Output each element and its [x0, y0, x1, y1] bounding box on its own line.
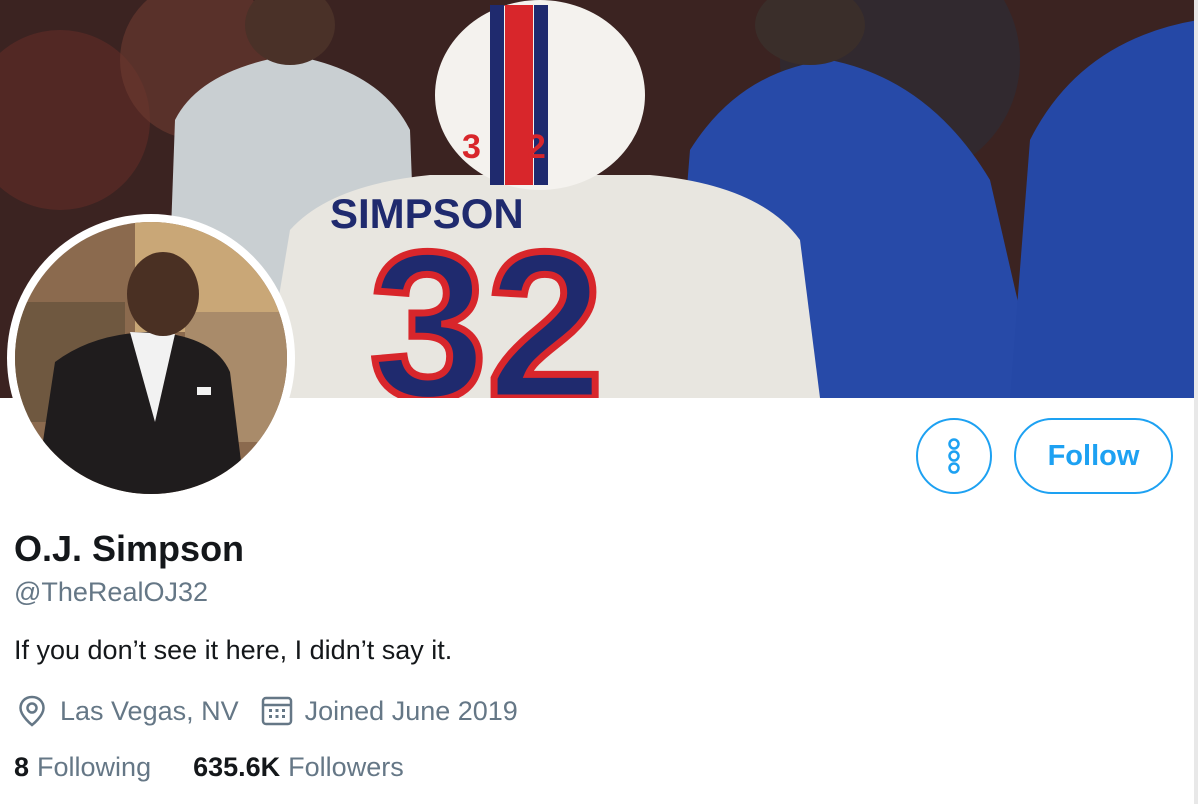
following-link[interactable]: 8 Following — [14, 752, 151, 783]
location-pin-icon — [14, 693, 50, 729]
profile-meta: Las Vegas, NV Joined June 2019 — [14, 693, 518, 729]
jersey-number: 32 — [370, 208, 604, 398]
profile-name: O.J. Simpson — [14, 528, 245, 569]
following-label: Following — [37, 752, 152, 782]
profile-location: Las Vegas, NV — [60, 695, 239, 726]
followers-label: Followers — [288, 752, 404, 782]
followers-count: 635.6K — [193, 752, 281, 782]
profile-handle: @TheRealOJ32 — [14, 577, 208, 607]
more-vertical-icon — [948, 438, 960, 474]
scrollbar-track — [1194, 0, 1198, 804]
calendar-icon — [259, 693, 295, 729]
profile-joined: Joined June 2019 — [304, 695, 518, 726]
helmet-number: 32 — [462, 128, 592, 166]
profile-bio: If you don’t see it here, I didn’t say i… — [14, 635, 453, 665]
more-options-button[interactable] — [916, 418, 992, 494]
avatar-image — [15, 222, 287, 494]
following-count: 8 — [14, 752, 30, 782]
followers-link[interactable]: 635.6K Followers — [193, 752, 404, 783]
profile-avatar[interactable] — [7, 214, 295, 502]
follow-button[interactable]: Follow — [1014, 418, 1173, 494]
profile-stats: 8 Following 635.6K Followers — [14, 752, 404, 783]
